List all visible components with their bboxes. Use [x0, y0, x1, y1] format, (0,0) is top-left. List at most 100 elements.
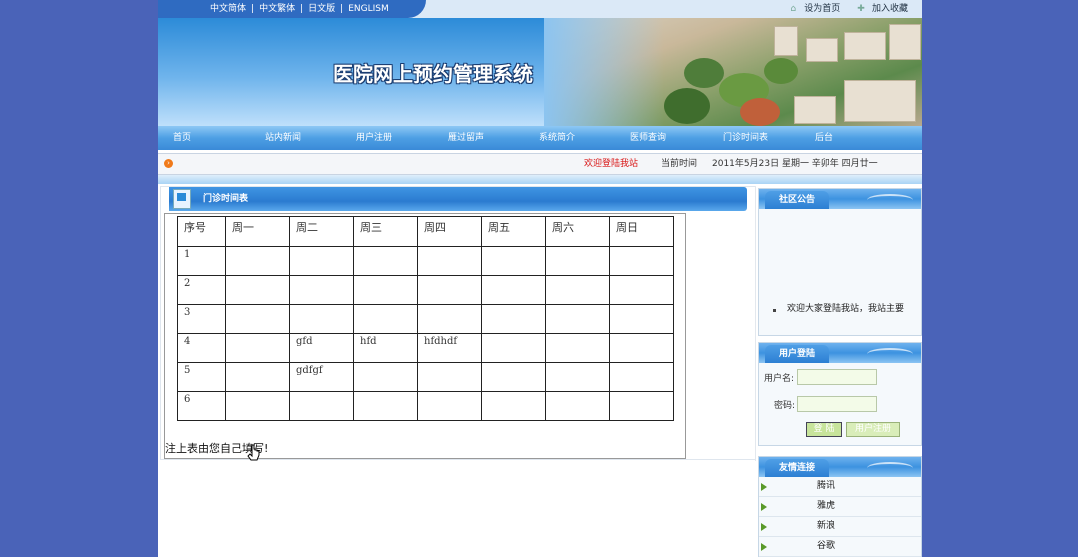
table-cell	[417, 362, 482, 392]
cursor-icon	[247, 444, 260, 461]
nav-item-schedule[interactable]: 门诊时间表	[723, 126, 768, 150]
table-row: 1	[177, 246, 674, 276]
table-cell	[225, 362, 290, 392]
current-time-label: 当前时间	[661, 159, 698, 169]
nav-item-register[interactable]: 用户注册	[356, 126, 392, 150]
page: 中文简体 | 中文繁体 | 日文版 | ENGLISM ⌂ 设为首页 ✚ 加入收藏 医院网上预约…	[158, 0, 922, 557]
table-cell	[225, 275, 290, 305]
nav-item-guestbook[interactable]: 雁过留声	[448, 126, 484, 150]
table-cell	[353, 275, 418, 305]
table-header-cell: 周四	[417, 216, 482, 247]
welcome-marquee: 欢迎登陆我站	[584, 159, 639, 169]
friend-links-box: 友情连接 腾讯 雅虎 新浪 谷歌	[758, 456, 922, 557]
register-button[interactable]: 用户注册	[846, 422, 900, 437]
table-cell	[609, 304, 674, 334]
nav-item-admin[interactable]: 后台	[815, 126, 833, 150]
nav-item-doctors[interactable]: 医师查询	[630, 126, 666, 150]
table-cell	[609, 333, 674, 363]
nav-item-home[interactable]: 首页	[173, 126, 191, 150]
table-cell	[481, 362, 546, 392]
table-cell	[417, 304, 482, 334]
table-row: 4 gfd hfd hfdhdf	[177, 333, 674, 363]
password-input[interactable]	[797, 396, 877, 412]
table-header-row: 序号 周一 周二 周三 周四 周五 周六 周日	[177, 216, 674, 247]
table-cell	[417, 275, 482, 305]
arrow-icon	[761, 503, 767, 511]
table-cell: gfd	[289, 333, 354, 363]
table-cell	[481, 391, 546, 421]
lang-link-japanese[interactable]: 日文版	[308, 4, 335, 14]
table-cell: hfdhdf	[417, 333, 482, 363]
table-header-cell: 周六	[545, 216, 610, 247]
arrow-icon	[761, 523, 767, 531]
arrow-icon	[761, 483, 767, 491]
table-row: 6	[177, 391, 674, 421]
table-header-cell: 周二	[289, 216, 354, 247]
link-item[interactable]: 新浪	[759, 517, 921, 537]
main-nav: 首页 站内新闻 用户注册 雁过留声 系统简介 医师查询 门诊时间表 后台	[158, 126, 922, 150]
set-home-link[interactable]: 设为首页	[804, 4, 840, 14]
table-cell	[225, 246, 290, 276]
table-cell	[353, 362, 418, 392]
schedule-panel-header: 门诊时间表	[169, 187, 747, 211]
schedule-panel-title: 门诊时间表	[203, 194, 249, 204]
current-date: 2011年5月23日 星期一 辛卯年 四月廿一	[712, 159, 878, 169]
table-cell: gdfgf	[289, 362, 354, 392]
table-cell	[481, 333, 546, 363]
login-box: 用户登陆 用户名: 密码: 登 陆 用户注册	[758, 342, 922, 446]
lang-link-simplified[interactable]: 中文简体	[210, 4, 246, 14]
table-row: 5 gdfgf	[177, 362, 674, 392]
lang-link-traditional[interactable]: 中文繁体	[259, 4, 295, 14]
table-cell: 5	[177, 362, 226, 392]
table-row: 3	[177, 304, 674, 334]
lang-link-english[interactable]: ENGLISM	[348, 4, 389, 14]
table-cell	[225, 391, 290, 421]
add-favorite-link[interactable]: 加入收藏	[872, 4, 908, 14]
nav-item-about[interactable]: 系统简介	[539, 126, 575, 150]
separator: |	[340, 4, 344, 14]
nav-item-news[interactable]: 站内新闻	[265, 126, 301, 150]
table-cell	[353, 304, 418, 334]
table-cell	[353, 246, 418, 276]
table-cell	[545, 304, 610, 334]
separator: |	[300, 4, 304, 14]
link-item[interactable]: 雅虎	[759, 497, 921, 517]
table-header-cell: 周三	[353, 216, 418, 247]
table-cell	[481, 246, 546, 276]
table-cell	[289, 275, 354, 305]
table-header-cell: 周日	[609, 216, 674, 247]
monitor-icon	[173, 189, 191, 209]
table-cell: 4	[177, 333, 226, 363]
table-cell: 2	[177, 275, 226, 305]
table-cell	[545, 333, 610, 363]
table-cell	[545, 275, 610, 305]
link-item[interactable]: 谷歌	[759, 537, 921, 557]
username-label: 用户名:	[764, 374, 795, 384]
table-cell	[545, 246, 610, 276]
table-cell	[417, 391, 482, 421]
notice-box: 社区公告 欢迎大家登陆我站，我站主要	[758, 188, 922, 336]
arrow-icon	[761, 543, 767, 551]
table-cell	[481, 275, 546, 305]
table-cell: 6	[177, 391, 226, 421]
table-cell: 1	[177, 246, 226, 276]
language-bar: 中文简体 | 中文繁体 | 日文版 | ENGLISM	[158, 0, 426, 18]
top-bar: 中文简体 | 中文繁体 | 日文版 | ENGLISM ⌂ 设为首页 ✚ 加入收藏	[158, 0, 922, 18]
table-header-cell: 周五	[481, 216, 546, 247]
table-cell	[225, 333, 290, 363]
login-button[interactable]: 登 陆	[806, 422, 842, 437]
star-icon: ✚	[857, 4, 865, 14]
table-cell: 3	[177, 304, 226, 334]
separator: |	[251, 4, 255, 14]
friend-links-title: 友情连接	[765, 459, 830, 477]
table-cell: hfd	[353, 333, 418, 363]
divider	[158, 175, 922, 184]
table-cell	[545, 391, 610, 421]
banner: 医院网上预约管理系统	[158, 18, 922, 126]
link-item[interactable]: 腾讯	[759, 477, 921, 497]
notice-title: 社区公告	[765, 191, 830, 209]
schedule-frame: 序号 周一 周二 周三 周四 周五 周六 周日 1 2 3 4 gfd hfd hfdhdf 5 gdfgf 6 …	[164, 213, 686, 461]
home-icon: ⌂	[790, 4, 797, 14]
username-input[interactable]	[797, 369, 877, 385]
table-cell	[289, 304, 354, 334]
